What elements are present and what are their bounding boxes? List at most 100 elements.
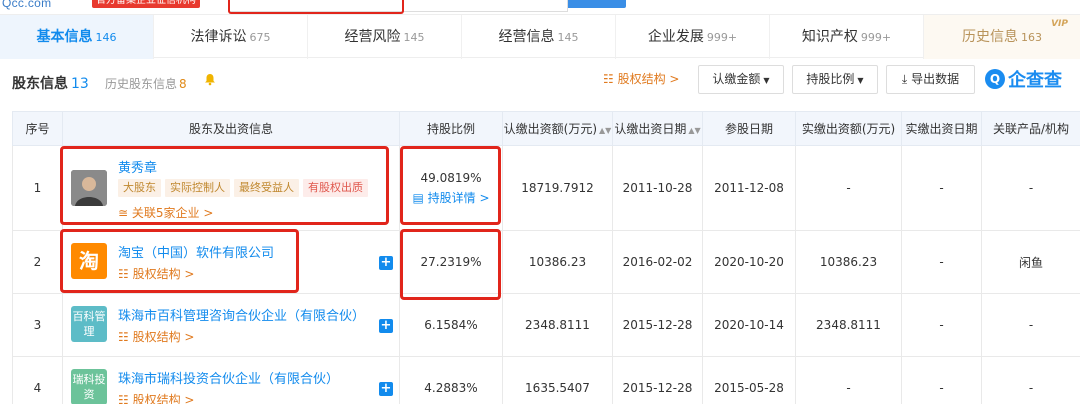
row-index: 2 [12,230,63,294]
history-count: 8 [179,77,187,91]
subscribed-amount-dropdown[interactable]: 认缴金额 ▼ [698,65,784,94]
ratio-value: 49.0819% [420,170,482,185]
col-header: 实缴出资日期 [901,111,982,146]
col-header: 参股日期 [702,111,796,146]
table-row: 2 淘 淘宝（中国）软件有限公司 ☷ 股权结构 > + 27.2319% 103… [12,230,1080,294]
section-title: 股东信息 13 [12,76,89,92]
related-product: - [981,356,1080,404]
holder-cell: 黄秀章 大股东 实际控制人 最终受益人 有股权出质 ≅ 关联5家企业 > [62,145,400,231]
equity-structure-link[interactable]: ☷ 股权结构 > [118,328,194,345]
tab-label: 知识产权 [801,29,858,45]
table-row: 3 百科管理 珠海市百科管理咨询合伙企业（有限合伙） ☷ 股权结构 > + 6.… [12,293,1080,357]
org-chart-icon: ☷ [118,330,129,344]
holder-cell: 百科管理 珠海市百科管理咨询合伙企业（有限合伙） ☷ 股权结构 > + [62,293,400,357]
sort-icon[interactable]: ▲▼ [599,126,611,135]
paid-date: - [901,145,982,231]
tag-equity-pledge: 有股权出质 [303,179,368,197]
join-date: 2020-10-20 [702,230,796,294]
tab-label: 经营风险 [344,29,401,45]
history-shareholder-link[interactable]: 历史股东信息 8 [105,75,187,92]
org-chart-icon: ☷ [118,393,129,404]
related-product: - [981,293,1080,357]
ratio-dropdown[interactable]: 持股比例 ▼ [792,65,878,94]
tab-label: 企业发展 [647,29,704,45]
ratio-value: 4.2883% [399,356,503,404]
subscribed-date: 2015-12-28 [612,356,703,404]
company-avatar[interactable]: 瑞科投资 [71,369,107,404]
expand-plus-icon[interactable]: + [379,382,393,396]
official-badge: 官方备案企业征信机构 [92,0,200,8]
col-header-sortable[interactable]: 认缴出资日期 ▲▼ [612,111,703,146]
col-header-sortable[interactable]: 认缴出资额(万元) ▲▼ [502,111,613,146]
holder-name-link[interactable]: 珠海市百科管理咨询合伙企业（有限合伙） [118,305,365,324]
vip-badge: VIP [1051,19,1068,29]
holder-tags: 大股东 实际控制人 最终受益人 有股权出质 [118,179,368,197]
subscribed-amount: 1635.5407 [502,356,613,404]
tab-risk[interactable]: 经营风险 145 [308,15,462,59]
tab-count: 145 [403,31,425,44]
table-row: 4 瑞科投资 珠海市瑞科投资合伙企业（有限合伙） ☷ 股权结构 > + 4.28… [12,356,1080,404]
paid-amount: - [795,145,902,231]
tab-label: 历史信息 [962,29,1018,45]
paid-date: - [901,356,982,404]
subscribed-date: 2011-10-28 [612,145,703,231]
related-product-link[interactable]: 闲鱼 [981,230,1080,294]
download-icon: ⤓ [901,72,908,86]
equity-structure-link[interactable]: ☷ 股权结构 > [118,265,194,282]
taobao-logo[interactable]: 淘 [71,243,107,279]
sort-icon[interactable]: ▲▼ [688,126,700,135]
search-button[interactable] [568,0,626,8]
qcc-brand-logo: Q 企查查 [985,66,1062,92]
qcc-logo[interactable]: Qcc.com [2,0,51,10]
tab-label: 经营信息 [498,29,555,45]
table-header-row: 序号 股东及出资信息 持股比例 认缴出资额(万元) ▲▼ 认缴出资日期 ▲▼ 参股日… [12,111,1080,146]
tab-count: 163 [1021,31,1042,44]
bell-icon[interactable] [203,73,217,87]
subscribed-date: 2015-12-28 [612,293,703,357]
row-index: 1 [12,145,63,231]
caret-down-icon: ▼ [763,76,770,85]
tab-history[interactable]: 历史信息 163 VIP [924,15,1080,59]
paid-amount: 10386.23 [795,230,902,294]
join-date: 2015-05-28 [702,356,796,404]
org-chart-icon: ☷ [118,267,129,281]
detail-icon: ▤ [412,190,424,205]
paid-amount: 2348.8111 [795,293,902,357]
tab-count: 999+ [706,31,738,44]
holding-detail-link[interactable]: ▤ 持股详情 > [400,189,502,206]
paid-date: - [901,230,982,294]
paid-amount: - [795,356,902,404]
holder-name-link[interactable]: 珠海市瑞科投资合伙企业（有限合伙） [118,368,339,387]
expand-plus-icon[interactable]: + [379,319,393,333]
row-index: 4 [12,356,63,404]
tag-beneficiary: 最终受益人 [234,179,299,197]
holder-name-link[interactable]: 淘宝（中国）软件有限公司 [118,242,274,261]
holder-cell: 瑞科投资 珠海市瑞科投资合伙企业（有限合伙） ☷ 股权结构 > + [62,356,400,404]
equity-structure-link[interactable]: ☷ 股权结构 > [118,391,194,404]
tab-count: 675 [249,31,271,44]
company-avatar[interactable]: 百科管理 [71,306,107,342]
tag-major-shareholder: 大股东 [118,179,161,197]
nav-tabs: 基本信息 146 法律诉讼 675 经营风险 145 经营信息 145 企业发展 999+… [0,14,1080,59]
tab-count: 146 [95,31,117,44]
col-header: 序号 [12,111,63,146]
ratio-cell: 49.0819% ▤ 持股详情 > [399,145,503,231]
tab-legal[interactable]: 法律诉讼 675 [154,15,308,59]
shareholder-section-header: 股东信息 13 历史股东信息 8 ☷ 股权结构 > 认缴金额 ▼ 持股比例 ▼ ⤓ 导出… [0,62,1080,100]
join-date: 2011-12-08 [702,145,796,231]
tab-basic-info[interactable]: 基本信息 146 [0,15,154,59]
export-button[interactable]: ⤓ 导出数据 [886,65,975,94]
tab-count: 999+ [860,31,892,44]
tab-ip[interactable]: 知识产权 999+ [770,15,924,59]
subscribed-amount: 10386.23 [502,230,613,294]
qcc-mark-icon: Q [985,69,1005,89]
tab-operation[interactable]: 经营信息 145 [462,15,616,59]
expand-plus-icon[interactable]: + [379,256,393,270]
avatar[interactable] [71,170,107,206]
holder-name-link[interactable]: 黄秀章 [118,157,157,176]
equity-structure-link[interactable]: ☷ 股权结构 > [603,70,679,87]
related-companies-link[interactable]: ≅ 关联5家企业 > [118,204,213,221]
tab-development[interactable]: 企业发展 999+ [616,15,770,59]
row-index: 3 [12,293,63,357]
tab-label: 基本信息 [36,29,93,45]
